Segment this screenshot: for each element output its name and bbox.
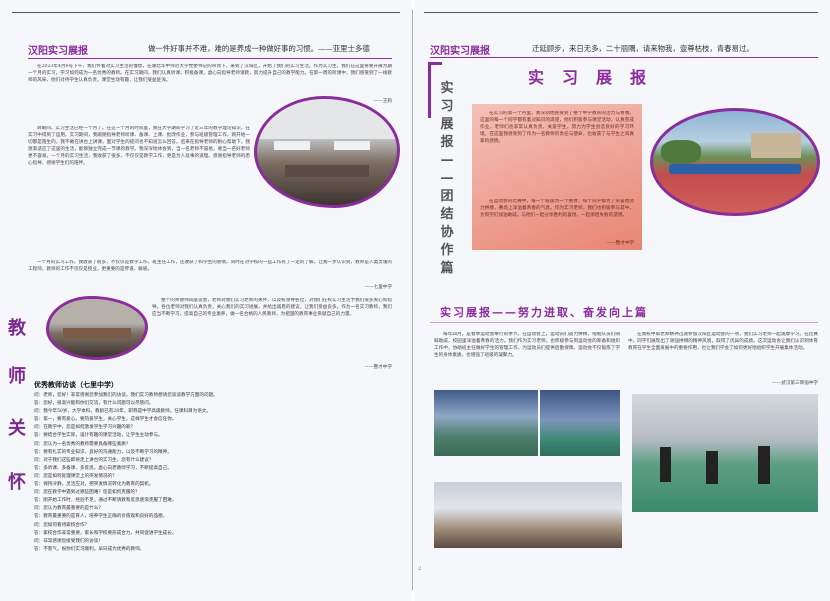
care-char-1: 教 [8,318,26,339]
competition-signature: ——武汉第三寄宿中学 [772,381,818,386]
care-signature: ——整才中学 [364,365,392,370]
left-page: 汉阳实习展报 做一件好事并不难，难的是养成一种做好事的习惯。——亚里士多德 在2… [0,0,412,601]
interview-line: 答：要结合学生实际，设计有趣的课堂活动，让学生主动参与。 [34,433,163,439]
slogan: 做一件好事并不难，难的是养成一种做好事的习惯。——亚里士多德 [148,44,370,53]
team-char-8: 结 [440,207,454,222]
team-char-10: 作 [440,243,454,258]
team-char-3: 展 [440,117,454,132]
team-char-5: — [440,153,454,168]
gym-photo-2 [540,390,620,456]
interview-line: 答：刚开始工作时，经验不足，通过不断请教和反思逐渐克服了困难。 [34,498,177,504]
team-char-11: 篇 [440,261,454,276]
summary-paragraph: 一个月的实习工作，我收获了很多，不仅仅是教学工作，班主任工作，还收获了和学生的感… [28,260,392,272]
team-char-7: 团 [440,189,454,204]
interview-qa: 问：老师，您好！非常感谢您参加我们的访谈，我们实习教师想请您谈谈教学方面的问题。… [34,392,398,584]
care-char-3: 关 [8,418,26,439]
section-tag: 汉阳实习展报 [430,46,490,57]
slogan: 迁延顾步，来日无多，二十丽隅，请来物我，壹尊枯枝，青春易过。 [532,44,754,53]
meeting-photo [46,296,148,360]
interview-line: 问：非常感谢您接受我们的访谈！ [34,538,103,544]
section-rule [430,322,818,323]
interview-line: 答：教育最重要的是育人，培养学生正确的价值观和良好的品德。 [34,514,168,520]
teamwork-text-box: 在实习的第一个月里，我深刻地感受到了整个中学教育的活力与青春。这里的每一个同学都… [472,104,642,250]
competition-paragraph: 在我校中职老师精神迅速参加汉阳区运动会的一项，我们实习老师一起观摩学习。在比赛中… [628,332,818,351]
interview-line: 答：多听课、多备课、多反思，虚心向老教师学习，不断提高自己。 [34,465,172,471]
gym-photo-1 [434,390,538,456]
team-char-1: 实 [440,81,454,96]
care-paragraph: 整个的师德师风座谈会，老师对我们实习老师的关怀，以及校领导各位，对我们在校实习生… [152,298,392,317]
interview-title: 优秀教师访谈（七里中学） [34,380,118,389]
tag-rule [28,58,392,59]
teamwork-paragraph-2: 在运动会的比赛中，每一个班级为一个整体，每个同学都为了荣誉而努力拼搏，赛场上洋溢… [480,199,634,218]
reflection-paragraph: 转眼间，实习生活已经一个月了。在这一个月的时间里，我在大学期间学习了近三年的教学… [28,126,250,166]
interview-line: 答：家校合作非常重要，家长和学校要形成合力，共同促进学生成长。 [34,530,177,536]
page-divider [412,10,413,590]
interview-line: 问：您如何看待家校合作？ [34,522,90,528]
team-char-4: 报 [440,135,454,150]
interview-line: 答：您好，很高兴能和你们交流，有什么问题可以尽管问。 [34,401,154,407]
interview-line: 答：要有扎实的专业知识、良好的沟通能力，以及不断学习的精神。 [34,449,172,455]
page-number: 2 [418,566,422,572]
top-rule [424,12,818,13]
interview-line: 问：在教学中，您是如何激发学生学习兴趣的呢？ [34,425,136,431]
interview-line: 问：对于我们这些即将走上讲台的实习生，您有什么建议？ [34,457,154,463]
teamwork-paragraph-1: 在实习的第一个月里，我深刻地感受到了整个中学教育的活力与青春。这里的每一个同学都… [480,111,634,144]
right-page: 汉阳实习展报 迁延顾步，来日无多，二十丽隅，请来物我，壹尊枯枝，青春易过。 实习… [414,0,830,601]
summary-signature: ——七里中学 [364,285,392,290]
top-rule [12,12,400,13]
team-char-9: 协 [440,225,454,240]
classroom-photo-2 [434,482,622,548]
section-tag: 汉阳实习展报 [28,46,88,57]
interview-line: 问：您认为教育最重要的是什么？ [34,506,103,512]
interview-line: 答：第一，要有爱心，要热爱学生，关心学生，这样学生才会信任你。 [34,417,177,423]
sports-paragraph: 每年四月，是春季运动会举行的季节。在运动会上，运动员们奋力拼搏，啦啦队员们呐喊助… [434,332,620,358]
team-char-2: 习 [440,99,454,114]
interview-line: 问：您在教学中遇到过哪些困难？您是如何克服的？ [34,490,140,496]
care-char-4: 怀 [8,472,26,493]
sports-field-photo [650,108,820,216]
classroom-photo [254,96,400,208]
interview-line: 问：老师，您好！非常感谢您参加我们的访谈，我们实习教师想请您谈谈教学方面的问题。 [34,393,218,398]
progress-section-title: 实习展报——努力进取、奋发向上篇 [440,306,648,319]
team-char-6: — [440,171,454,186]
gym-photo-3 [632,394,818,512]
intro-paragraph: 在2023年4月6号下午，我们怀着对实习生活的憧憬，在湖北华中师范大学党委书记的… [28,64,392,83]
teamwork-signature: ——整才中学 [606,241,634,246]
interview-line: 问：您认为一名优秀的教师需要具备哪些素质？ [34,441,131,447]
interview-line: 问：我今年50岁，大学本科，教龄已有28年，职称是中学高级教师，任课科目为语文。 [34,409,212,415]
interview-line: 答：不客气，祝你们实习顺利，早日成为优秀的教师。 [34,546,145,552]
exhibit-title: 实习展报 [528,68,665,87]
interview-line: 问：您是如何处理课堂上的突发情况的？ [34,473,117,479]
interview-line: 答：保持冷静，灵活应对，把突发情况转化为教育的契机。 [34,482,154,488]
tag-rule [430,57,818,58]
care-char-2: 师 [8,366,26,387]
